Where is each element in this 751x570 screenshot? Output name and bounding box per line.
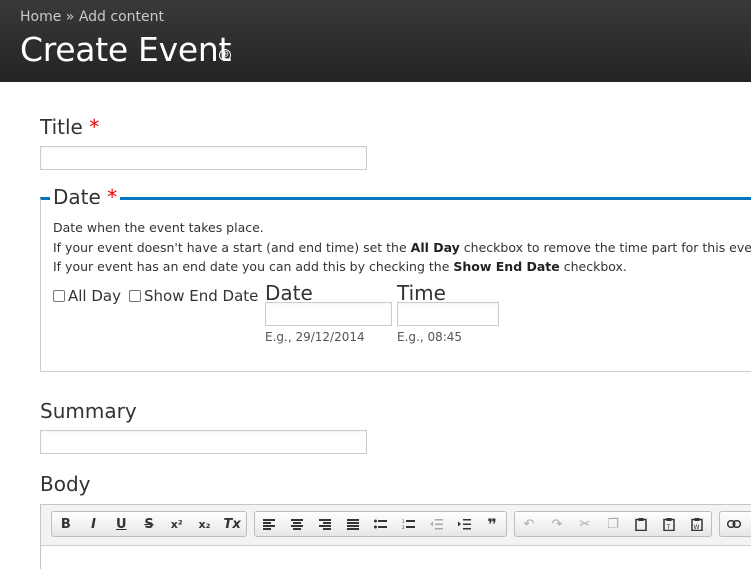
- body-editor-area[interactable]: [41, 545, 751, 570]
- toolbar-group-paragraph: 12 ❞: [254, 511, 507, 537]
- svg-text:W: W: [694, 524, 700, 531]
- checkbox-box[interactable]: [129, 290, 141, 302]
- required-mark: *: [89, 115, 100, 139]
- date-legend: Date *: [50, 185, 121, 209]
- svg-text:1: 1: [402, 519, 405, 524]
- date-description-line-2: If your event doesn't have a start (and …: [53, 240, 751, 255]
- paste-word-icon[interactable]: W: [683, 512, 711, 536]
- date-legend-text: Date: [53, 185, 101, 209]
- blockquote-icon[interactable]: ❞: [478, 512, 506, 536]
- toolbar-group-clipboard: ↶ ↷ ✂ ❐ T W: [514, 511, 712, 537]
- title-label-text: Title: [40, 115, 83, 139]
- show-end-date-label: Show End Date: [144, 287, 259, 305]
- date-description-line-3: If your event has an end date you can ad…: [53, 259, 627, 274]
- superscript-button[interactable]: x²: [163, 512, 191, 536]
- body-label: Body: [40, 472, 91, 496]
- indent-icon[interactable]: [450, 512, 478, 536]
- numbered-list-icon[interactable]: 12: [394, 512, 422, 536]
- bold-button[interactable]: B: [52, 512, 80, 536]
- breadcrumb: Home » Add content: [20, 9, 164, 25]
- page-header: Home » Add content Create Event ⊕: [0, 0, 751, 82]
- redo-icon[interactable]: ↷: [543, 512, 571, 536]
- checkbox-box[interactable]: [53, 290, 65, 302]
- undo-icon[interactable]: ↶: [515, 512, 543, 536]
- date-hint: E.g., 29/12/2014: [265, 330, 365, 344]
- remove-format-button[interactable]: Tx: [218, 512, 246, 536]
- strikethrough-button[interactable]: S: [135, 512, 163, 536]
- all-day-checkbox[interactable]: All Day: [53, 287, 121, 305]
- toolbar-group-basic-styles: B I U S x² x₂ Tx: [51, 511, 247, 537]
- summary-label: Summary: [40, 399, 137, 423]
- svg-text:T: T: [666, 524, 671, 531]
- bullet-list-icon[interactable]: [367, 512, 395, 536]
- breadcrumb-home-link[interactable]: Home: [20, 9, 61, 25]
- date-description-line-1: Date when the event takes place.: [53, 220, 264, 235]
- time-hint: E.g., 08:45: [397, 330, 463, 344]
- align-right-icon[interactable]: [311, 512, 339, 536]
- toolbar-group-links: [719, 511, 751, 537]
- breadcrumb-separator: »: [65, 9, 75, 25]
- breadcrumb-add-content-link[interactable]: Add content: [79, 9, 164, 25]
- link-icon[interactable]: [720, 512, 748, 536]
- all-day-label: All Day: [68, 287, 121, 305]
- justify-icon[interactable]: [339, 512, 367, 536]
- underline-button[interactable]: U: [107, 512, 135, 536]
- date-input[interactable]: [265, 302, 392, 326]
- add-shortcut-icon[interactable]: ⊕: [219, 49, 231, 61]
- cut-icon[interactable]: ✂: [571, 512, 599, 536]
- page-title: Create Event: [20, 30, 232, 69]
- required-mark: *: [107, 185, 118, 209]
- summary-input[interactable]: [40, 430, 367, 454]
- time-input[interactable]: [397, 302, 499, 326]
- outdent-icon[interactable]: [422, 512, 450, 536]
- align-center-icon[interactable]: [283, 512, 311, 536]
- paste-icon[interactable]: [627, 512, 655, 536]
- paste-text-icon[interactable]: T: [655, 512, 683, 536]
- copy-icon[interactable]: ❐: [599, 512, 627, 536]
- title-label: Title *: [40, 115, 99, 139]
- show-end-date-checkbox[interactable]: Show End Date: [129, 287, 258, 305]
- subscript-button[interactable]: x₂: [191, 512, 219, 536]
- italic-button[interactable]: I: [80, 512, 108, 536]
- svg-text:2: 2: [402, 525, 405, 530]
- title-input[interactable]: [40, 146, 367, 170]
- align-left-icon[interactable]: [255, 512, 283, 536]
